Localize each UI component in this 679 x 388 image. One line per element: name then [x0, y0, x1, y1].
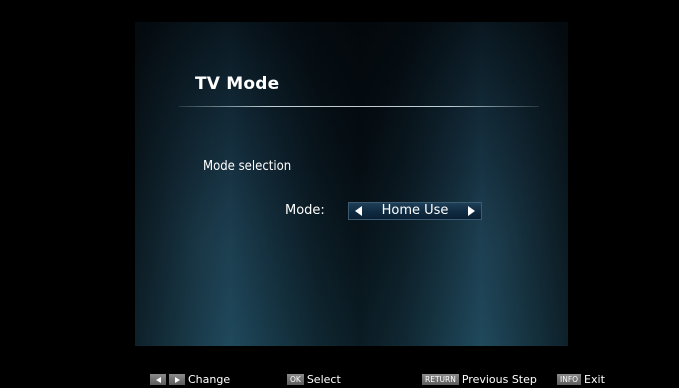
- title-divider: [179, 106, 539, 107]
- change-label: Change: [188, 373, 231, 386]
- previous-step-label: Previous Step: [461, 373, 537, 386]
- left-key-icon: [150, 374, 166, 385]
- mode-selector[interactable]: Home Use: [348, 202, 482, 220]
- change-hint: Change: [150, 373, 230, 386]
- arrow-right-icon[interactable]: [468, 206, 475, 216]
- select-hint: OK Select: [287, 373, 341, 386]
- right-key-icon: [169, 374, 185, 385]
- tv-mode-panel: TV Mode Mode selection Mode: Home Use: [135, 22, 568, 346]
- exit-hint: INFO Exit: [557, 373, 605, 386]
- mode-value: Home Use: [381, 203, 449, 218]
- footer-hints: Change OK Select RETURN Previous Step IN…: [0, 372, 679, 388]
- exit-label: Exit: [584, 373, 605, 386]
- section-label: Mode selection: [203, 159, 292, 174]
- ok-key: OK: [287, 374, 304, 385]
- mode-label: Mode:: [285, 203, 325, 218]
- tv-screen: TV Mode Mode selection Mode: Home Use Ch…: [0, 0, 679, 388]
- info-key: INFO: [557, 374, 582, 385]
- arrow-left-icon[interactable]: [355, 206, 362, 216]
- page-title: TV Mode: [195, 74, 280, 94]
- select-label: Select: [306, 373, 341, 386]
- previous-step-hint: RETURN Previous Step: [422, 373, 537, 386]
- return-key: RETURN: [422, 374, 459, 385]
